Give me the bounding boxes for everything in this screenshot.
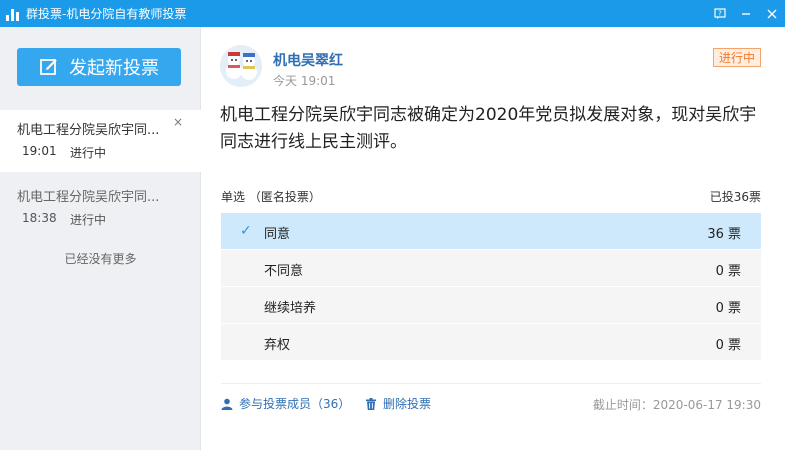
window-title: 群投票-机电分院自有教师投票: [26, 7, 187, 21]
vote-option-continue-training[interactable]: 继续培养 0 票: [221, 287, 761, 324]
option-label: 不同意: [264, 264, 304, 279]
edit-icon: [40, 59, 57, 75]
trash-icon: [366, 397, 376, 410]
delete-vote-label: 删除投票: [383, 397, 432, 411]
vote-list-item-title: 机电工程分院吴欣宇同...: [17, 123, 160, 138]
option-label: 弃权: [264, 338, 291, 353]
person-icon: [221, 398, 233, 410]
close-icon[interactable]: ×: [173, 115, 183, 129]
vote-total-label: 已投36票: [709, 190, 761, 204]
deadline-text: 截止时间：2020-06-17 19:30: [592, 398, 761, 412]
delete-vote-link[interactable]: 删除投票: [365, 395, 431, 412]
vote-list-item-2[interactable]: 机电工程分院吴欣宇同... 18:38 进行中: [0, 177, 201, 239]
option-label: 同意: [264, 227, 291, 242]
title-bar: 群投票-机电分院自有教师投票 ?: [0, 0, 785, 27]
vote-list-item-title: 机电工程分院吴欣宇同...: [17, 190, 160, 205]
new-vote-label: 发起新投票: [69, 58, 159, 79]
vote-list-item-status: 进行中: [70, 146, 107, 160]
minimize-icon[interactable]: [733, 0, 759, 27]
bar-chart-icon: [6, 7, 20, 21]
svg-text:?: ?: [718, 9, 722, 17]
no-more-text: 已经没有更多: [64, 252, 137, 266]
option-count: 36 票: [707, 227, 741, 242]
vote-question: 机电工程分院吴欣宇同志被确定为2020年党员拟发展对象，现对吴欣宇同志进行线上民…: [220, 105, 757, 152]
post-time: 今天 19:01: [273, 74, 336, 88]
vote-list-item-time: 19:01: [22, 144, 57, 158]
participants-link-label: 参与投票成员（36）: [239, 397, 351, 411]
author-name[interactable]: 机电吴翠红: [273, 50, 343, 70]
vote-type-label: 单选 （匿名投票）: [221, 190, 321, 204]
vote-list-item-status: 进行中: [70, 213, 107, 227]
vote-option-agree[interactable]: ✓ 同意 36 票: [221, 213, 761, 250]
option-label: 继续培养: [264, 301, 317, 316]
vote-list-sidebar: 发起新投票 机电工程分院吴欣宇同... × 19:01 进行中 机电工程分院吴欣…: [0, 27, 201, 450]
vote-window: 群投票-机电分院自有教师投票 ? 发起新投票 机电工程分院吴欣宇同... × 1…: [0, 0, 785, 450]
vote-option-disagree[interactable]: 不同意 0 票: [221, 250, 761, 287]
help-icon[interactable]: ?: [707, 0, 733, 27]
option-count: 0 票: [715, 264, 741, 279]
divider: [221, 383, 761, 384]
option-count: 0 票: [715, 338, 741, 353]
close-icon[interactable]: [759, 0, 785, 27]
participants-link[interactable]: 参与投票成员（36）: [221, 395, 350, 412]
vote-list-item-time: 18:38: [22, 211, 57, 225]
vote-detail-panel: 机电吴翠红 今天 19:01 进行中 机电工程分院吴欣宇同志被确定为2020年党…: [202, 27, 785, 450]
status-badge: 进行中: [713, 48, 761, 67]
new-vote-button[interactable]: 发起新投票: [17, 48, 181, 86]
option-count: 0 票: [715, 301, 741, 316]
vote-options: ✓ 同意 36 票 不同意 0 票 继续培养 0 票 弃权 0 票: [221, 213, 761, 361]
check-icon: ✓: [240, 223, 252, 239]
vote-option-abstain[interactable]: 弃权 0 票: [221, 324, 761, 361]
vote-list-item-1[interactable]: 机电工程分院吴欣宇同... × 19:01 进行中: [0, 110, 201, 172]
avatar[interactable]: [220, 45, 262, 87]
